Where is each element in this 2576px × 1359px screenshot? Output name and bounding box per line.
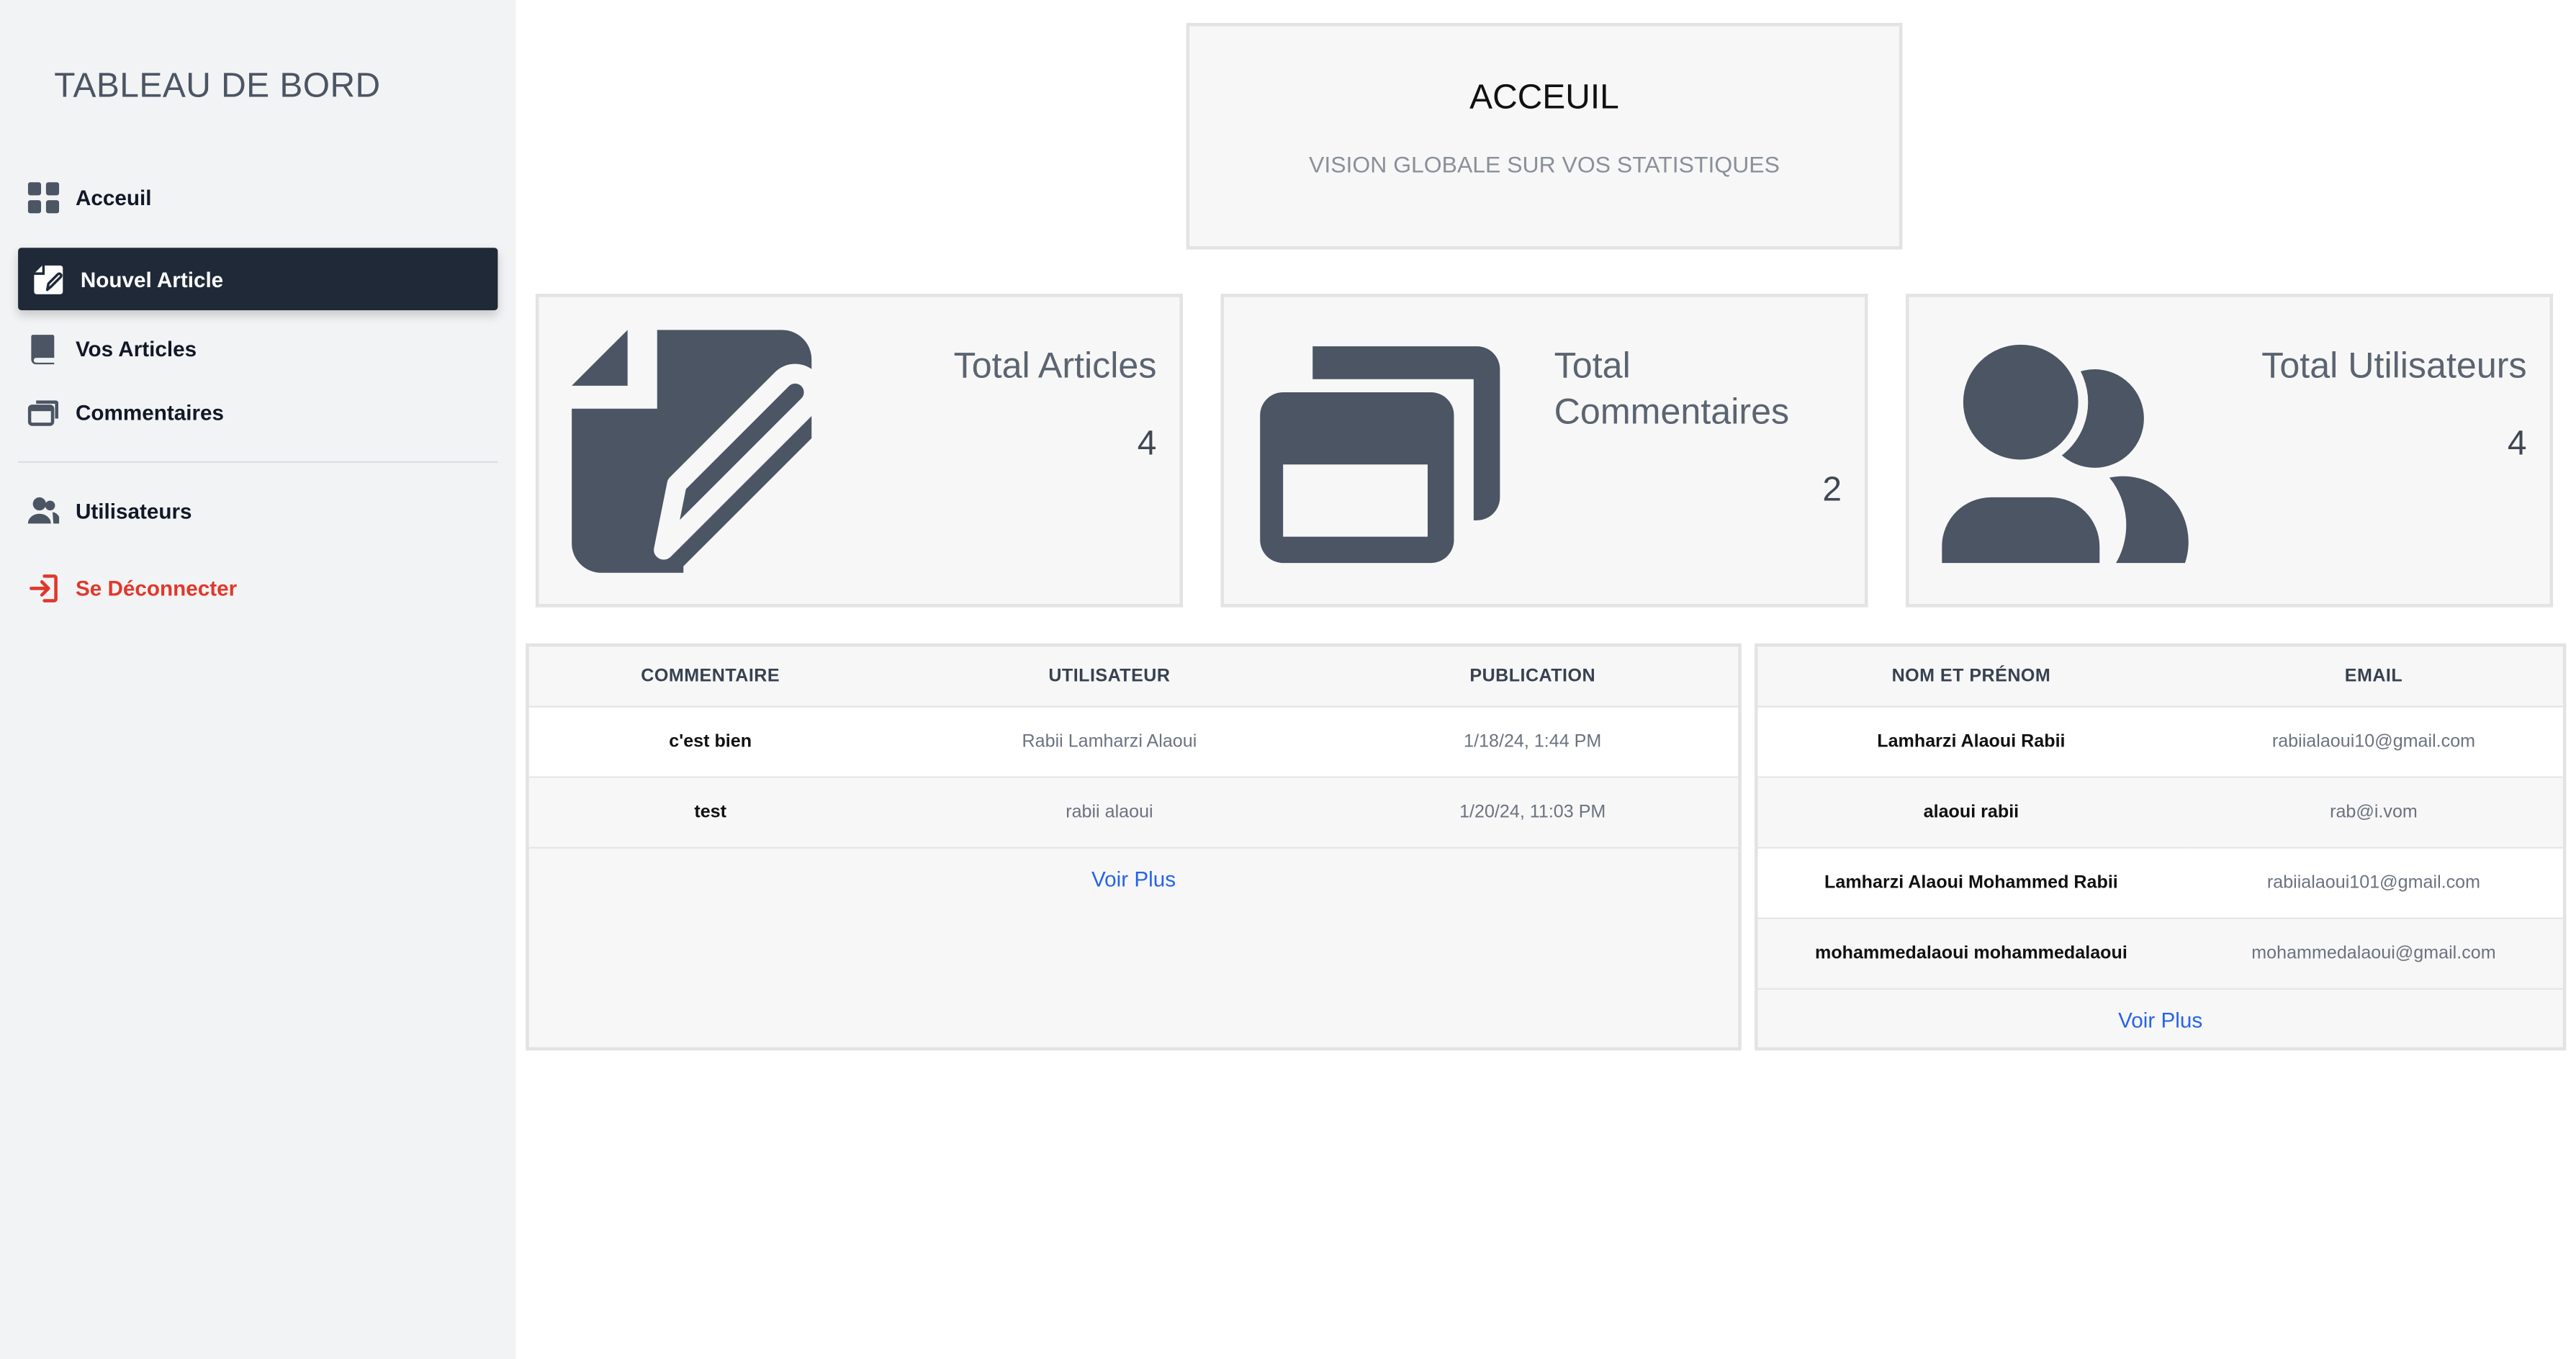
- cell-comment: test: [528, 776, 892, 847]
- sidebar-item-label: Se Déconnecter: [75, 575, 238, 600]
- sidebar-item-commentaires[interactable]: Commentaires: [18, 381, 497, 443]
- stat-card-commentaires: Total Commentaires 2: [1220, 294, 1868, 608]
- column-header-commentaire[interactable]: COMMENTAIRE: [529, 646, 892, 706]
- column-header-nom[interactable]: NOM ET PRÉNOM: [1758, 646, 2185, 706]
- cell-name: alaoui rabii: [1757, 776, 2185, 848]
- users-table-card: NOM ET PRÉNOM EMAIL Lamharzi Alaoui Rabi…: [1755, 643, 2567, 1051]
- sidebar-item-vos-articles[interactable]: Vos Articles: [18, 317, 497, 379]
- cell-user: rabii alaoui: [891, 776, 1328, 847]
- table-header-row: COMMENTAIRE UTILISATEUR PUBLICATION: [529, 646, 1738, 706]
- stat-value: 2: [1822, 471, 1842, 509]
- stat-value: 4: [2507, 425, 2527, 464]
- cell-email: rabiialaoui10@gmail.com: [2184, 705, 2563, 777]
- cell-comment: c'est bien: [528, 705, 892, 777]
- cell-user: Rabii Lamharzi Alaoui: [891, 705, 1328, 777]
- table-header-row: NOM ET PRÉNOM EMAIL: [1758, 646, 2563, 706]
- table-row[interactable]: Lamharzi Alaoui Mohammed Rabii rabiialao…: [1757, 846, 2563, 918]
- comments-voir-plus-link[interactable]: Voir Plus: [528, 846, 1739, 891]
- cell-name: Lamharzi Alaoui Rabii: [1757, 705, 2185, 777]
- sidebar-item-utilisateurs[interactable]: Utilisateurs: [18, 479, 497, 542]
- comments-table: COMMENTAIRE UTILISATEUR PUBLICATION c'es…: [528, 646, 1739, 847]
- pen-square-icon: [33, 263, 64, 294]
- sidebar-item-label: Acceuil: [75, 184, 152, 209]
- windows-icon: [1257, 327, 1507, 577]
- cell-email: rab@i.vom: [2184, 776, 2563, 848]
- sidebar-item-logout[interactable]: Se Déconnecter: [18, 556, 497, 619]
- book-icon: [28, 333, 59, 364]
- sidebar-title: TABLEAU DE BORD: [54, 67, 381, 105]
- table-row[interactable]: Lamharzi Alaoui Rabii rabiialaoui10@gmai…: [1757, 705, 2563, 777]
- cell-email: rabiialaoui101@gmail.com: [2184, 846, 2563, 918]
- stat-title: Total Articles: [953, 344, 1157, 386]
- users-voir-plus-link[interactable]: Voir Plus: [1757, 988, 2563, 1032]
- grid-icon: [27, 181, 60, 213]
- stat-value: 4: [1137, 425, 1157, 464]
- sidebar-divider: [18, 461, 498, 464]
- comments-table-card: COMMENTAIRE UTILISATEUR PUBLICATION c'es…: [526, 643, 1742, 1051]
- cell-email: mohammedalaoui@gmail.com: [2184, 917, 2563, 988]
- sidebar: TABLEAU DE BORD Acceuil Nouvel Article V…: [0, 0, 516, 1359]
- table-row[interactable]: test rabii alaoui 1/20/24, 11:03 PM: [528, 776, 1739, 847]
- users-table: NOM ET PRÉNOM EMAIL Lamharzi Alaoui Rabi…: [1757, 646, 2563, 988]
- sidebar-item-label: Vos Articles: [75, 335, 197, 361]
- cell-name: Lamharzi Alaoui Mohammed Rabii: [1757, 846, 2185, 918]
- cell-date: 1/18/24, 1:44 PM: [1327, 705, 1739, 777]
- cell-date: 1/20/24, 11:03 PM: [1327, 776, 1739, 847]
- windows-icon: [27, 397, 59, 428]
- sidebar-item-label: Commentaires: [75, 399, 225, 425]
- page-subtitle: VISION GLOBALE SUR VOS STATISTIQUES: [1309, 150, 1780, 178]
- sidebar-item-acceuil[interactable]: Acceuil: [18, 166, 497, 228]
- pen-square-icon: [572, 327, 824, 577]
- column-header-email[interactable]: EMAIL: [2184, 646, 2563, 706]
- users-icon: [27, 495, 60, 525]
- stat-card-articles: Total Articles 4: [535, 294, 1183, 608]
- stat-title: Total Commentaires: [1554, 344, 1790, 432]
- logout-icon: [28, 572, 59, 603]
- dashboard-page: TABLEAU DE BORD Acceuil Nouvel Article V…: [0, 0, 2576, 1359]
- column-header-utilisateur[interactable]: UTILISATEUR: [892, 646, 1328, 706]
- cell-name: mohammedalaoui mohammedalaoui: [1757, 917, 2185, 988]
- stat-title: Total Utilisateurs: [2261, 344, 2527, 386]
- sidebar-item-label: Utilisateurs: [75, 498, 192, 523]
- page-header-card: ACCEUIL VISION GLOBALE SUR VOS STATISTIQ…: [1186, 22, 1903, 250]
- sidebar-item-nouvel-article[interactable]: Nouvel Article: [18, 248, 498, 310]
- sidebar-item-label: Nouvel Article: [80, 266, 224, 292]
- table-row[interactable]: mohammedalaoui mohammedalaoui mohammedal…: [1757, 917, 2563, 988]
- stat-card-utilisateurs: Total Utilisateurs 4: [1906, 294, 2554, 608]
- column-header-publication[interactable]: PUBLICATION: [1327, 646, 1738, 706]
- page-title: ACCEUIL: [1469, 78, 1619, 117]
- table-row[interactable]: alaoui rabii rab@i.vom: [1757, 776, 2563, 848]
- table-row[interactable]: c'est bien Rabii Lamharzi Alaoui 1/18/24…: [528, 705, 1739, 777]
- users-icon: [1942, 327, 2192, 577]
